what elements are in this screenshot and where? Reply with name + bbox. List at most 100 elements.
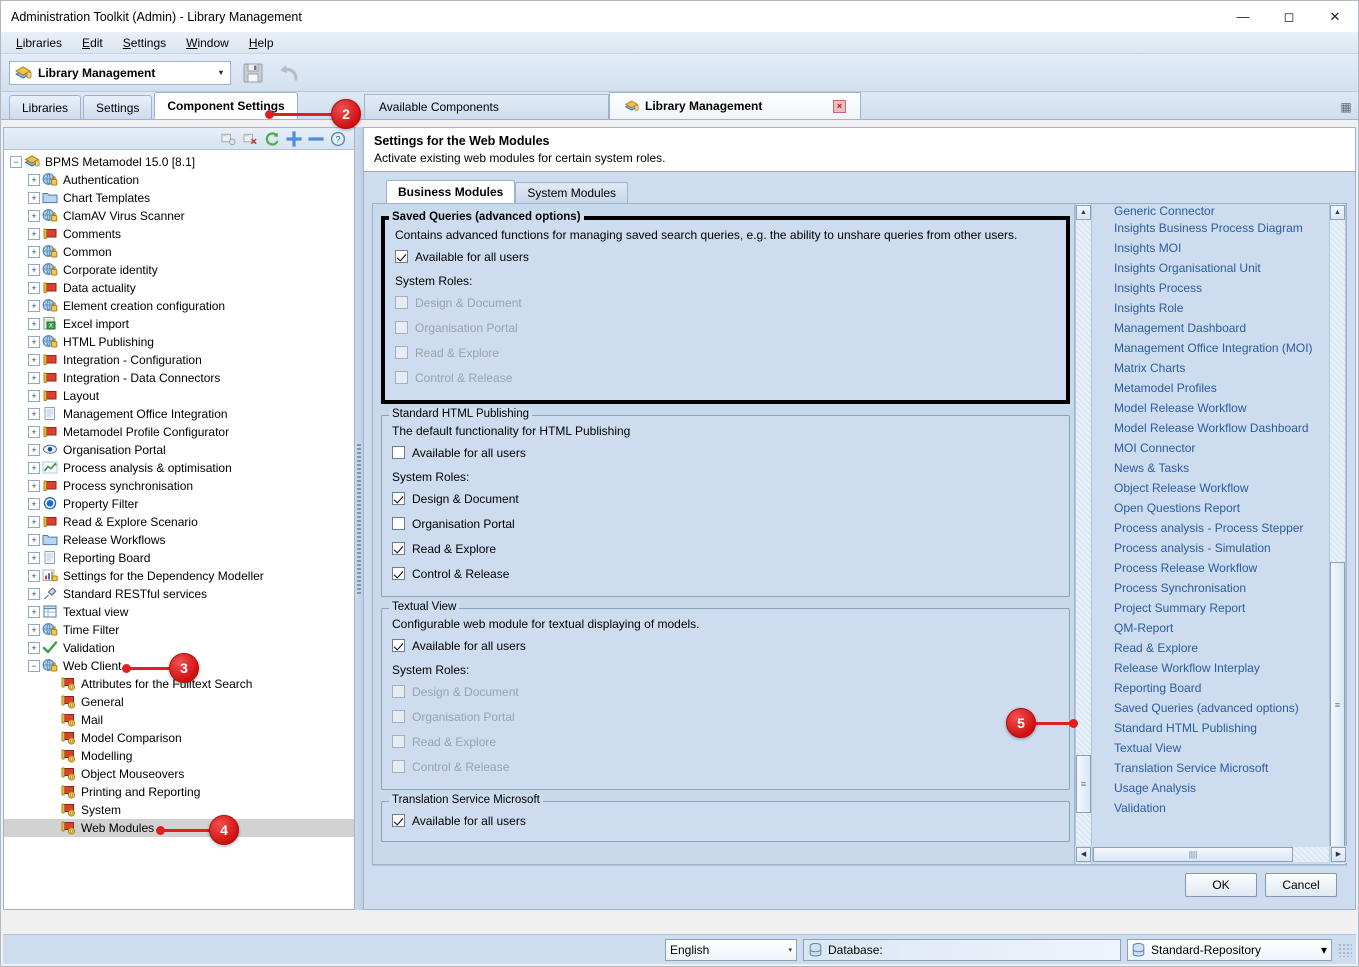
role-checkbox-control-release[interactable] xyxy=(392,567,405,580)
tab-component-settings[interactable]: Component Settings xyxy=(154,92,298,119)
available-for-all-users-checkbox[interactable] xyxy=(392,814,405,827)
tree-item-printing-and-reporting[interactable]: Printing and Reporting xyxy=(4,783,354,801)
tree-expander[interactable]: + xyxy=(28,354,40,366)
tree-item-read-explore-scenario[interactable]: + Read & Explore Scenario xyxy=(4,513,354,531)
forms-scroll-up-icon[interactable]: ▲ xyxy=(1076,205,1091,220)
tree-item-excel-import[interactable]: + X Excel import xyxy=(4,315,354,333)
module-item-saved-queries-advanced-options[interactable]: Saved Queries (advanced options) xyxy=(1092,698,1329,718)
tree-expander[interactable]: + xyxy=(28,390,40,402)
close-tab-icon[interactable]: × xyxy=(833,99,846,113)
ok-button[interactable]: OK xyxy=(1185,872,1257,897)
chevron-down-icon[interactable]: ▾ xyxy=(219,68,226,77)
undo-button[interactable] xyxy=(275,59,303,87)
tree-item-comments[interactable]: + Comments xyxy=(4,225,354,243)
tree-item-element-creation-configuration[interactable]: + Element creation configuration xyxy=(4,297,354,315)
tree-item-metamodel-profile-configurator[interactable]: + Metamodel Profile Configurator xyxy=(4,423,354,441)
resize-grip[interactable] xyxy=(1338,942,1352,957)
tree-item-integration-configuration[interactable]: + Integration - Configuration xyxy=(4,351,354,369)
doc-tab-available-components[interactable]: Available Components xyxy=(364,94,609,119)
panel-splitter[interactable] xyxy=(355,127,363,910)
module-item-matrix-charts[interactable]: Matrix Charts xyxy=(1092,358,1329,378)
module-item-textual-view[interactable]: Textual View xyxy=(1092,738,1329,758)
module-item-news-tasks[interactable]: News & Tasks xyxy=(1092,458,1329,478)
hscroll-track[interactable] xyxy=(1092,847,1330,862)
tree-item-property-filter[interactable]: + Property Filter xyxy=(4,495,354,513)
tree-item-standard-restful-services[interactable]: + Standard RESTful services xyxy=(4,585,354,603)
tree-expander[interactable]: + xyxy=(28,426,40,438)
module-list-scrollbar[interactable]: ▲ ▼ xyxy=(1329,204,1346,864)
available-for-all-users-checkbox[interactable] xyxy=(392,446,405,459)
tree-item-corporate-identity[interactable]: + Corporate identity xyxy=(4,261,354,279)
tab-business-modules[interactable]: Business Modules xyxy=(386,180,516,203)
tree-expander[interactable]: + xyxy=(28,480,40,492)
list-scroll-up-icon[interactable]: ▲ xyxy=(1330,205,1345,220)
tree-expander[interactable]: − xyxy=(10,156,22,168)
tree-item-web-modules[interactable]: Web Modules xyxy=(4,819,354,837)
tree-expander[interactable]: − xyxy=(28,660,40,672)
tree-item-data-actuality[interactable]: + Data actuality xyxy=(4,279,354,297)
module-item-metamodel-profiles[interactable]: Metamodel Profiles xyxy=(1092,378,1329,398)
role-checkbox-design-document[interactable] xyxy=(392,492,405,505)
minimize-icon[interactable]: — xyxy=(1220,1,1266,32)
module-item-insights-role[interactable]: Insights Role xyxy=(1092,298,1329,318)
tree-expander[interactable]: + xyxy=(28,318,40,330)
tree-item-integration-data-connectors[interactable]: + Integration - Data Connectors xyxy=(4,369,354,387)
module-item-reporting-board[interactable]: Reporting Board xyxy=(1092,678,1329,698)
module-item-read-explore[interactable]: Read & Explore xyxy=(1092,638,1329,658)
tree-expander[interactable]: + xyxy=(28,174,40,186)
forms-scroll-thumb[interactable] xyxy=(1076,755,1091,813)
hscroll-right-icon[interactable]: ▶ xyxy=(1331,847,1346,862)
chevron-down-icon[interactable]: ▾ xyxy=(1321,943,1327,957)
tree-expander[interactable]: + xyxy=(28,534,40,546)
module-item-validation[interactable]: Validation xyxy=(1092,798,1329,818)
module-item-translation-service-microsoft[interactable]: Translation Service Microsoft xyxy=(1092,758,1329,778)
doc-tab-library-management[interactable]: Library Management × xyxy=(609,92,861,119)
tree-expander[interactable]: + xyxy=(28,606,40,618)
available-for-all-users-row[interactable]: Available for all users xyxy=(395,246,1056,267)
available-for-all-users-row[interactable]: Available for all users xyxy=(392,635,1059,656)
tree-item-model-comparison[interactable]: Model Comparison xyxy=(4,729,354,747)
tree-item-common[interactable]: + Common xyxy=(4,243,354,261)
hscroll-thumb[interactable] xyxy=(1093,847,1293,862)
repository-selector[interactable]: Standard-Repository ▾ xyxy=(1127,938,1332,961)
language-selector[interactable]: English ▾ xyxy=(665,938,797,961)
hscroll-left-icon[interactable]: ◀ xyxy=(1076,847,1091,862)
tree-expander[interactable]: + xyxy=(28,300,40,312)
tree-item-object-mouseovers[interactable]: Object Mouseovers xyxy=(4,765,354,783)
collapse-node-icon[interactable] xyxy=(242,131,258,147)
module-list-hscrollbar[interactable]: ◀ ▶ xyxy=(1075,846,1347,863)
available-for-all-users-checkbox[interactable] xyxy=(395,250,408,263)
role-row-read-explore[interactable]: Read & Explore xyxy=(392,536,1059,561)
tree-item-modelling[interactable]: Modelling xyxy=(4,747,354,765)
tree-expander[interactable]: + xyxy=(28,570,40,582)
tree-expander[interactable]: + xyxy=(28,282,40,294)
tree-expander[interactable]: + xyxy=(28,624,40,636)
tree-expander[interactable]: + xyxy=(28,552,40,564)
settings-tree[interactable]: − BPMS Metamodel 15.0 [8.1] + Authenticatio… xyxy=(4,150,354,909)
role-row-design-document[interactable]: Design & Document xyxy=(392,486,1059,511)
menu-item-help[interactable]: Help xyxy=(240,34,283,52)
module-item-usage-analysis[interactable]: Usage Analysis xyxy=(1092,778,1329,798)
tree-expander[interactable]: + xyxy=(28,444,40,456)
database-field[interactable]: Database: xyxy=(803,938,1121,961)
tree-expander[interactable]: + xyxy=(28,336,40,348)
menu-item-edit[interactable]: Edit xyxy=(73,34,112,52)
forms-scrollbar[interactable]: ▲ ▼ xyxy=(1075,204,1092,864)
tree-item-clamav-virus-scanner[interactable]: + ClamAV Virus Scanner xyxy=(4,207,354,225)
cancel-button[interactable]: Cancel xyxy=(1265,872,1337,897)
tab-system-modules[interactable]: System Modules xyxy=(515,182,629,203)
module-item-process-analysis-simulation[interactable]: Process analysis - Simulation xyxy=(1092,538,1329,558)
tree-expander[interactable]: + xyxy=(28,462,40,474)
tree-item-reporting-board[interactable]: + Reporting Board xyxy=(4,549,354,567)
module-item-qm-report[interactable]: QM-Report xyxy=(1092,618,1329,638)
module-item-process-analysis-process-stepper[interactable]: Process analysis - Process Stepper xyxy=(1092,518,1329,538)
tree-item-validation[interactable]: + Validation xyxy=(4,639,354,657)
tab-list-icon[interactable]: ▦ xyxy=(1338,99,1354,115)
close-icon[interactable]: ✕ xyxy=(1312,1,1358,32)
available-modules-list[interactable]: Generic Connector Insights Business Proce… xyxy=(1092,204,1329,864)
tree-expander[interactable]: + xyxy=(28,210,40,222)
tree-expander[interactable]: + xyxy=(28,192,40,204)
tree-expander[interactable]: + xyxy=(28,588,40,600)
tree-item-attributes-for-the-fulltext-search[interactable]: Attributes for the Fulltext Search xyxy=(4,675,354,693)
library-selector-combo[interactable]: Library Management ▾ xyxy=(9,60,231,85)
